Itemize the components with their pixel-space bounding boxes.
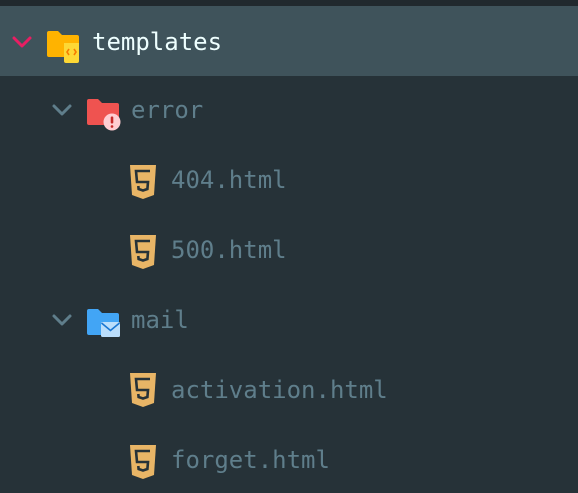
tree-item-label: activation.html — [171, 376, 388, 404]
tree-item-forget-html[interactable]: forget.html — [0, 426, 578, 493]
html5-file-icon — [130, 165, 156, 199]
tree-item-activation-html[interactable]: activation.html — [0, 356, 578, 426]
tree-item-label: mail — [131, 306, 189, 334]
tree-item-404-html[interactable]: 404.html — [0, 146, 578, 216]
file-tree: templates error 404.html 500.html mail a… — [0, 0, 578, 493]
folder-mail-open-icon — [87, 309, 121, 337]
folder-error-open-icon — [87, 99, 121, 131]
tree-item-error[interactable]: error — [0, 76, 578, 146]
tree-item-500-html[interactable]: 500.html — [0, 216, 578, 286]
chevron-down-icon[interactable] — [50, 308, 74, 332]
tree-item-mail[interactable]: mail — [0, 286, 578, 356]
chevron-down-icon[interactable] — [50, 98, 74, 122]
chevron-down-icon[interactable] — [10, 30, 34, 54]
html5-file-icon — [130, 373, 156, 407]
folder-templates-open-icon — [47, 31, 79, 63]
tree-item-label: forget.html — [171, 446, 330, 474]
tree-item-label: 404.html — [171, 166, 287, 194]
html5-file-icon — [130, 235, 156, 269]
tree-item-label: templates — [92, 28, 223, 56]
html5-file-icon — [130, 445, 156, 479]
tree-item-label: error — [131, 96, 204, 124]
tree-item-templates[interactable]: templates — [0, 6, 578, 76]
tree-item-label: 500.html — [171, 236, 287, 264]
